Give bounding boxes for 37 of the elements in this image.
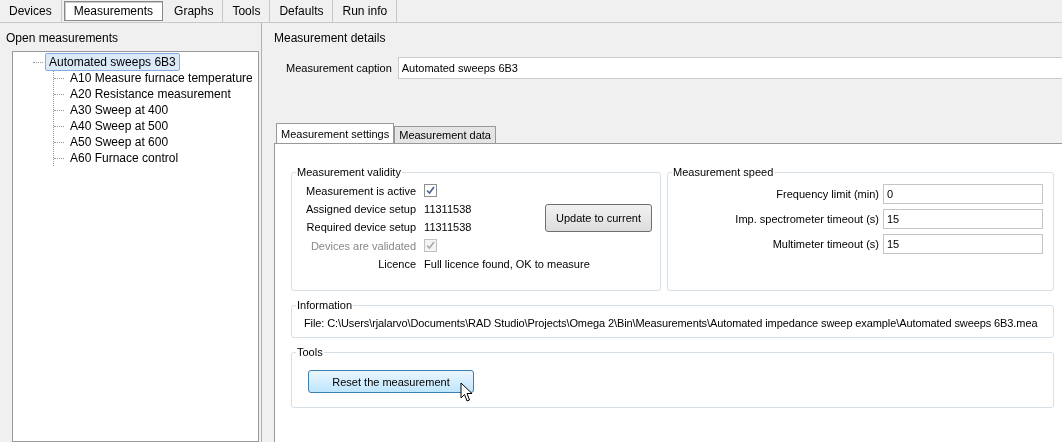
tree-item[interactable]: Automated sweeps 6B3 <box>45 53 180 71</box>
field-value: 11311538 <box>424 221 472 233</box>
reset-button[interactable]: Reset the measurement <box>308 370 474 393</box>
caption-field[interactable]: Automated sweeps 6B3 <box>397 57 1062 79</box>
field-label: Frequency limit (min) <box>775 188 879 200</box>
group-title: Tools <box>296 346 324 358</box>
tab[interactable]: Measurement data <box>394 126 496 143</box>
tab[interactable]: Measurement settings <box>276 123 395 143</box>
checkbox-label: Measurement is active <box>306 184 417 197</box>
field-label: Assigned device setup <box>306 203 417 215</box>
input-field[interactable]: 0 <box>883 184 1043 204</box>
checkbox-label: Devices are validated <box>309 239 417 252</box>
checkbox[interactable] <box>424 184 438 197</box>
tree-item[interactable]: A40 Sweep at 500 <box>66 117 173 135</box>
tree-item[interactable]: A60 Furnace control <box>66 149 183 167</box>
update-button[interactable]: Update to current <box>545 204 652 232</box>
tree-item[interactable]: A30 Sweep at 400 <box>66 101 173 119</box>
group-title: Information <box>296 299 354 311</box>
tree-item[interactable]: A20 Resistance measurement <box>66 85 235 103</box>
tree-item[interactable]: A50 Sweep at 600 <box>66 133 173 151</box>
field-label: Licence <box>377 258 417 270</box>
field-label: Measurement caption <box>286 62 392 74</box>
panel-title: Measurement details <box>274 31 387 45</box>
cursor-icon <box>460 382 474 403</box>
tab[interactable]: Measurements <box>63 1 164 21</box>
panel-title: Open measurements <box>6 31 120 45</box>
field-label: Multimeter timeout (s) <box>771 238 879 250</box>
tree-item[interactable]: A10 Measure furnace temperature <box>66 69 257 87</box>
group-title: Measurement speed <box>672 166 775 178</box>
file-path: File: C:\Users\rjalarvo\Documents\RAD Studio\Projects\Omega 2\Bin\Measurements\Automated impedance sweep example\Automated sweeps 6B3.mea <box>304 317 1039 329</box>
field-value: 11311538 <box>424 203 472 215</box>
field-value: Full licence found, OK to measure <box>424 258 591 270</box>
input-field[interactable]: 15 <box>883 209 1043 229</box>
input-field[interactable]: 15 <box>883 234 1043 254</box>
field-label: Required device setup <box>306 221 417 233</box>
field-label: Imp. spectrometer timeout (s) <box>734 213 879 225</box>
group-title: Measurement validity <box>296 166 402 178</box>
